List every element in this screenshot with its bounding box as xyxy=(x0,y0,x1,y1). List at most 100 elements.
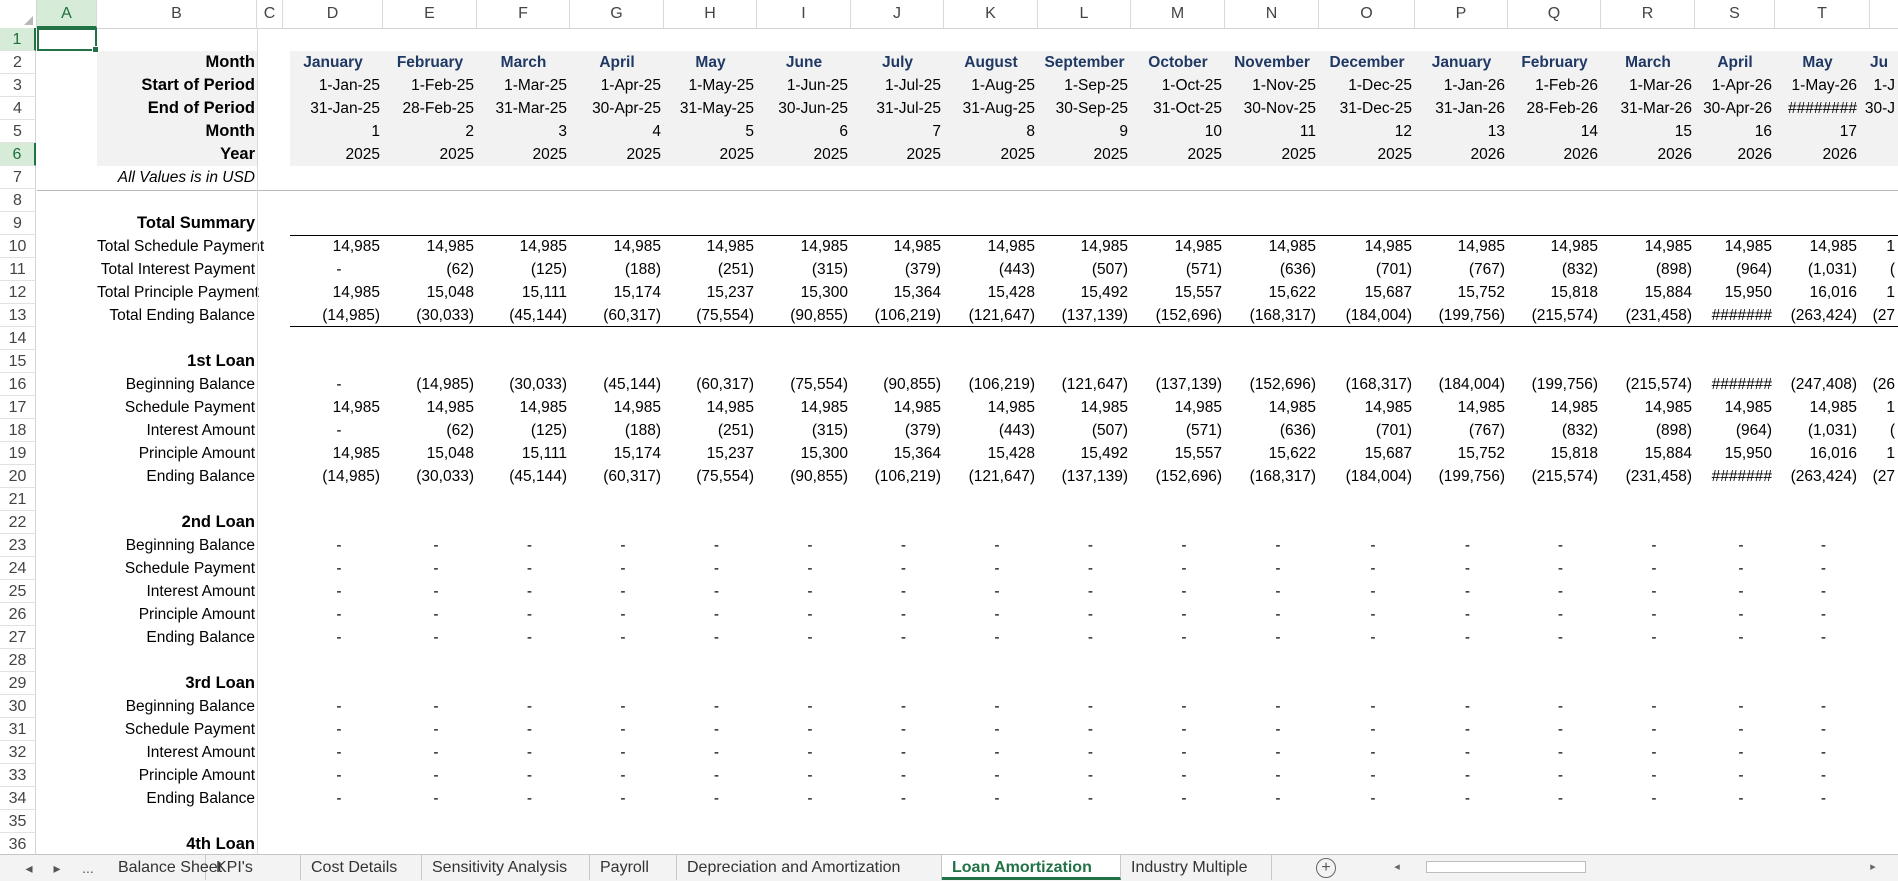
row-header[interactable]: 33 xyxy=(0,764,36,787)
loan-value-cell[interactable] xyxy=(1860,764,1898,787)
loan-value-cell[interactable]: - xyxy=(944,695,1038,718)
loan-value-cell[interactable]: - xyxy=(1695,764,1775,787)
year-cell[interactable]: 2025 xyxy=(664,143,757,166)
loan-value-cell[interactable]: 14,985 xyxy=(1775,396,1860,419)
loan-value-cell[interactable]: (188) xyxy=(570,419,664,442)
loan-value-cell[interactable]: - xyxy=(1508,787,1601,810)
end-date-cell[interactable]: 31-Oct-25 xyxy=(1131,97,1225,120)
loan-value-cell[interactable]: (45,144) xyxy=(477,465,570,488)
loan-value-cell[interactable]: (199,756) xyxy=(1415,465,1508,488)
loan-value-cell[interactable]: - xyxy=(283,764,383,787)
loan-value-cell[interactable]: 15,492 xyxy=(1038,442,1131,465)
row-header[interactable]: 6 xyxy=(0,143,36,166)
loan-value-cell[interactable]: - xyxy=(851,603,944,626)
row-header[interactable]: 35 xyxy=(0,810,36,833)
loan-value-cell[interactable]: 14,985 xyxy=(851,396,944,419)
loan-value-cell[interactable]: - xyxy=(1775,534,1860,557)
loan-value-cell[interactable]: - xyxy=(283,534,383,557)
loan-value-cell[interactable]: (832) xyxy=(1508,419,1601,442)
loan-value-cell[interactable]: - xyxy=(1775,557,1860,580)
month-name-cell[interactable]: July xyxy=(851,51,944,74)
row-header[interactable]: 36 xyxy=(0,833,36,856)
row-header[interactable]: 24 xyxy=(0,557,36,580)
summary-value-cell[interactable]: 1 xyxy=(1860,235,1898,258)
loan-value-cell[interactable]: - xyxy=(1415,603,1508,626)
summary-value-cell[interactable]: 15,111 xyxy=(477,281,570,304)
summary-value-cell[interactable]: (62) xyxy=(383,258,477,281)
column-header-k[interactable]: K xyxy=(944,0,1038,28)
loan-value-cell[interactable]: - xyxy=(1601,557,1695,580)
summary-value-cell[interactable]: (1,031) xyxy=(1775,258,1860,281)
summary-value-cell[interactable]: 14,985 xyxy=(664,235,757,258)
column-header-g[interactable]: G xyxy=(570,0,664,28)
loan-value-cell[interactable]: 14,985 xyxy=(664,396,757,419)
summary-value-cell[interactable]: 14,985 xyxy=(1038,235,1131,258)
loan-value-cell[interactable]: (443) xyxy=(944,419,1038,442)
summary-value-cell[interactable]: 14,985 xyxy=(283,235,383,258)
loan-value-cell[interactable]: (379) xyxy=(851,419,944,442)
summary-value-cell[interactable]: (898) xyxy=(1601,258,1695,281)
start-date-cell[interactable]: 1-Oct-25 xyxy=(1131,74,1225,97)
start-date-cell[interactable]: 1-May-25 xyxy=(664,74,757,97)
month-number-cell[interactable]: 10 xyxy=(1131,120,1225,143)
start-date-cell[interactable]: 1-Nov-25 xyxy=(1225,74,1319,97)
loan-value-cell[interactable]: 14,985 xyxy=(757,396,851,419)
loan-value-cell[interactable]: - xyxy=(1038,741,1131,764)
loan-value-cell[interactable]: 15,752 xyxy=(1415,442,1508,465)
end-date-cell[interactable]: 31-May-25 xyxy=(664,97,757,120)
month-name-cell[interactable]: November xyxy=(1225,51,1319,74)
loan-value-cell[interactable]: - xyxy=(1508,741,1601,764)
loan-value-cell[interactable]: - xyxy=(1508,764,1601,787)
loan-value-cell[interactable]: 14,985 xyxy=(477,396,570,419)
summary-value-cell[interactable]: (30,033) xyxy=(383,304,477,327)
loan-value-cell[interactable]: - xyxy=(1695,787,1775,810)
column-header-t[interactable]: T xyxy=(1775,0,1870,28)
loan-value-cell[interactable]: 15,884 xyxy=(1601,442,1695,465)
start-date-cell[interactable]: 1-May-26 xyxy=(1775,74,1860,97)
loan-value-cell[interactable]: - xyxy=(570,603,664,626)
tab-scroll-right-icon[interactable]: ▸ xyxy=(48,855,66,881)
loan-value-cell[interactable]: - xyxy=(383,718,477,741)
end-date-cell[interactable]: 31-Jan-26 xyxy=(1415,97,1508,120)
loan-value-cell[interactable]: - xyxy=(1775,764,1860,787)
year-cell[interactable]: 2026 xyxy=(1508,143,1601,166)
loan-value-cell[interactable]: - xyxy=(383,557,477,580)
summary-title[interactable]: Total Summary xyxy=(97,212,255,235)
loan-value-cell[interactable]: - xyxy=(1225,764,1319,787)
month-number-cell[interactable]: 9 xyxy=(1038,120,1131,143)
row-header[interactable]: 30 xyxy=(0,695,36,718)
year-cell[interactable]: 2025 xyxy=(570,143,664,166)
start-date-cell[interactable]: 1-Apr-25 xyxy=(570,74,664,97)
loan-value-cell[interactable]: (215,574) xyxy=(1508,465,1601,488)
loan-value-cell[interactable]: - xyxy=(283,741,383,764)
loan-value-cell[interactable]: - xyxy=(1415,718,1508,741)
loan-value-cell[interactable]: - xyxy=(1131,534,1225,557)
loan-value-cell[interactable]: - xyxy=(1508,626,1601,649)
start-date-cell[interactable]: 1-Jul-25 xyxy=(851,74,944,97)
loan-value-cell[interactable]: (90,855) xyxy=(851,373,944,396)
loan-value-cell[interactable]: - xyxy=(283,580,383,603)
loan-value-cell[interactable]: - xyxy=(1225,626,1319,649)
loan-value-cell[interactable]: - xyxy=(1508,603,1601,626)
loan-value-cell[interactable]: (14,985) xyxy=(383,373,477,396)
summary-value-cell[interactable]: 15,950 xyxy=(1695,281,1775,304)
column-header-i[interactable]: I xyxy=(757,0,851,28)
loan-value-cell[interactable]: - xyxy=(1038,603,1131,626)
loan-value-cell[interactable]: - xyxy=(1508,534,1601,557)
loan-value-cell[interactable]: (152,696) xyxy=(1131,465,1225,488)
year-cell[interactable] xyxy=(1860,143,1898,166)
start-date-cell[interactable]: 1-Jun-25 xyxy=(757,74,851,97)
loan-value-cell[interactable]: (125) xyxy=(477,419,570,442)
loan-row-label[interactable]: Principle Amount xyxy=(97,764,255,787)
row-header[interactable]: 19 xyxy=(0,442,36,465)
summary-value-cell[interactable]: 15,048 xyxy=(383,281,477,304)
row-header[interactable]: 20 xyxy=(0,465,36,488)
month-name-cell[interactable]: October xyxy=(1131,51,1225,74)
loan-value-cell[interactable]: - xyxy=(1695,741,1775,764)
loan-value-cell[interactable]: - xyxy=(1225,741,1319,764)
summary-value-cell[interactable]: 14,985 xyxy=(1131,235,1225,258)
loan-value-cell[interactable]: - xyxy=(1775,603,1860,626)
loan-row-label[interactable]: Ending Balance xyxy=(97,787,255,810)
loan-value-cell[interactable]: 15,818 xyxy=(1508,442,1601,465)
loan-value-cell[interactable] xyxy=(1860,718,1898,741)
